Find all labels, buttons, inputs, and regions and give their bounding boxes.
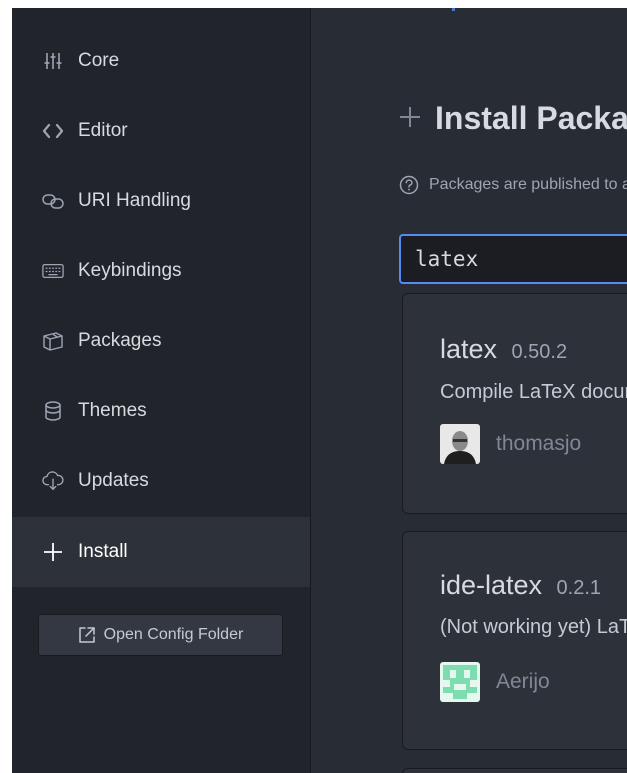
open-config-folder-label: Open Config Folder — [103, 626, 244, 643]
sidebar-item-label: Themes — [78, 400, 147, 421]
package-name[interactable]: ide-latex — [440, 570, 542, 600]
sidebar-item-install[interactable]: Install — [12, 517, 310, 587]
package-header: ide-latex 0.2.1 — [440, 570, 601, 601]
cloud-download-icon — [42, 470, 64, 492]
info-text-row: Packages are published to atom.io — [399, 175, 627, 195]
keyboard-icon — [42, 260, 64, 282]
settings-sidebar: Core Editor URI Handling Keybindings Pac… — [12, 8, 311, 773]
avatar — [440, 424, 480, 464]
paintcan-icon — [42, 400, 64, 422]
sidebar-item-label: Core — [78, 50, 120, 71]
package-description: (Not working yet) LaTeX language support — [440, 616, 627, 638]
section-heading: Install Packages — [399, 100, 627, 137]
sidebar-item-updates[interactable]: Updates — [12, 446, 310, 516]
package-version: 0.2.1 — [556, 577, 601, 599]
sidebar-item-label: Updates — [78, 470, 149, 491]
sidebar-item-core[interactable]: Core — [12, 26, 310, 96]
link-icon — [42, 190, 64, 212]
settings-window: Core Editor URI Handling Keybindings Pac… — [12, 8, 627, 773]
plus-icon — [399, 105, 421, 133]
package-icon — [42, 330, 64, 352]
sidebar-item-packages[interactable]: Packages — [12, 306, 310, 376]
owner-name: thomasjo — [496, 432, 582, 455]
sidebar-item-keybindings[interactable]: Keybindings — [12, 236, 310, 306]
package-header: latex 0.50.2 — [440, 334, 567, 365]
question-icon — [399, 175, 419, 195]
package-name[interactable]: latex — [440, 334, 497, 364]
package-owner[interactable]: Aerijo — [440, 662, 550, 702]
sidebar-item-label: Packages — [78, 330, 162, 351]
sidebar-item-themes[interactable]: Themes — [12, 376, 310, 446]
package-owner[interactable]: thomasjo — [440, 424, 581, 464]
sliders-icon — [42, 50, 64, 72]
page-title: Install Packages — [435, 100, 627, 136]
package-card-latex[interactable]: latex 0.50.2 Compile LaTeX documents fro… — [402, 293, 627, 514]
owner-name: Aerijo — [496, 670, 550, 693]
sidebar-item-uri-handling[interactable]: URI Handling — [12, 166, 310, 236]
info-text: Packages are published to atom.io — [429, 176, 627, 193]
package-version: 0.50.2 — [511, 341, 568, 363]
package-card-partial[interactable] — [402, 768, 627, 773]
install-panel: Install Packages Packages are published … — [311, 8, 627, 773]
sidebar-item-label: Editor — [78, 120, 128, 141]
sidebar-item-label: Keybindings — [78, 260, 182, 281]
open-config-folder-button[interactable]: Open Config Folder — [38, 614, 283, 656]
package-card-ide-latex[interactable]: ide-latex 0.2.1 (Not working yet) LaTeX … — [402, 531, 627, 750]
plus-icon — [42, 541, 64, 563]
sidebar-item-label: URI Handling — [78, 190, 191, 211]
avatar — [440, 662, 480, 702]
sidebar-item-editor[interactable]: Editor — [12, 96, 310, 166]
code-icon — [42, 120, 64, 142]
sidebar-item-label: Install — [78, 541, 128, 562]
link-external-icon — [78, 626, 96, 644]
package-description: Compile LaTeX documents from within Atom — [440, 381, 627, 403]
search-input[interactable] — [399, 234, 627, 284]
